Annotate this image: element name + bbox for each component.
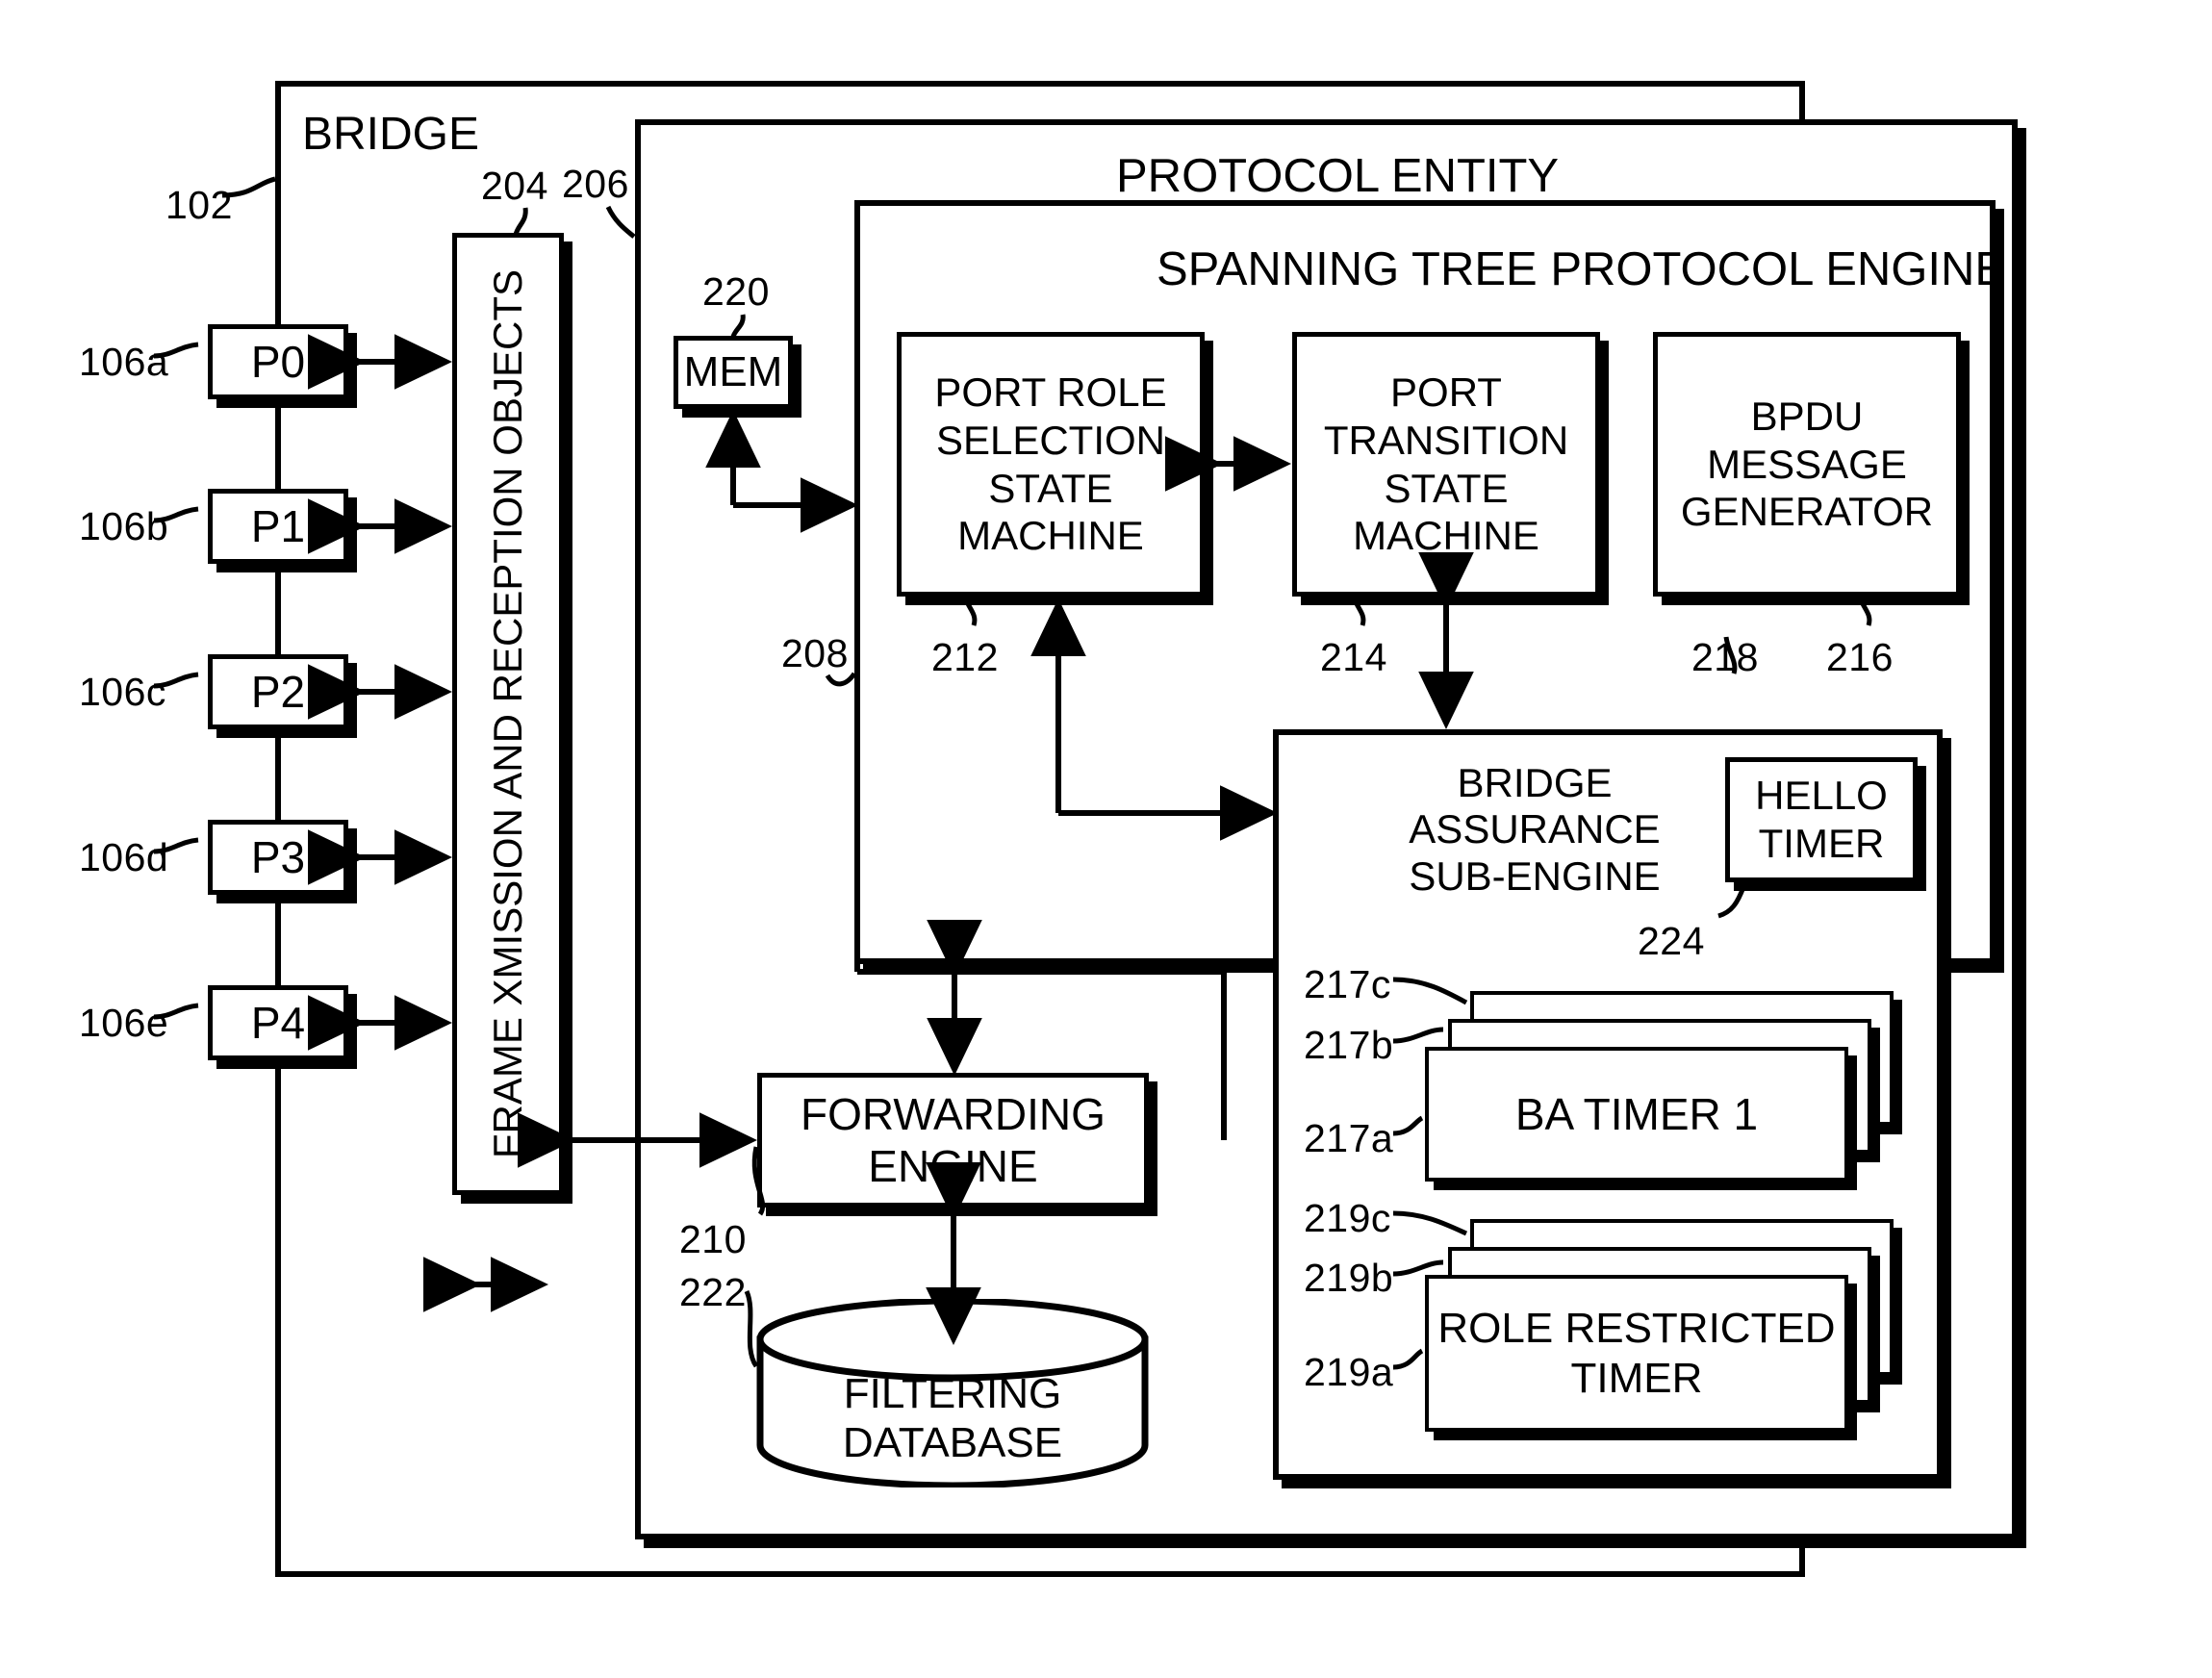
ref-222: 222: [679, 1270, 747, 1314]
ref-106e: 106e: [79, 1001, 169, 1045]
port-p3[interactable]: P3: [208, 820, 348, 895]
ref-219a: 219a: [1304, 1350, 1394, 1394]
port-p4[interactable]: P4: [208, 985, 348, 1060]
port-p1[interactable]: P1: [208, 489, 348, 564]
role-restricted-timer-card-1[interactable]: ROLE RESTRICTED TIMER: [1425, 1275, 1848, 1432]
frame-xmission-reception-objects[interactable]: FRAME XMISSION AND RECEPTION OBJECTS: [452, 233, 564, 1195]
ref-224: 224: [1638, 919, 1705, 963]
ref-206: 206: [562, 162, 629, 206]
port-p1-label: P1: [250, 500, 306, 551]
port-role-selection-label: PORT ROLE SELECTION STATE MACHINE: [934, 369, 1167, 559]
ref-219b: 219b: [1304, 1256, 1394, 1300]
protocol-entity-title: PROTOCOL ENTITY: [1116, 150, 1560, 202]
ba-timer-label: BA TIMER 1: [1514, 1088, 1759, 1139]
ref-217c: 217c: [1304, 962, 1391, 1006]
ref-106c: 106c: [79, 670, 166, 714]
ref-102: 102: [165, 183, 233, 227]
bridge-assurance-label: BRIDGE ASSURANCE SUB-ENGINE: [1409, 760, 1661, 899]
port-p2-label: P2: [250, 666, 306, 717]
port-transition-state-machine[interactable]: PORT TRANSITION STATE MACHINE: [1292, 332, 1600, 597]
ref-204: 204: [481, 164, 548, 208]
ref-106d: 106d: [79, 835, 169, 879]
ref-208: 208: [781, 631, 849, 675]
ref-217b: 217b: [1304, 1023, 1394, 1067]
patent-figure: BRIDGE 102 PROTOCOL ENTITY 206 SPANNING …: [0, 0, 2212, 1678]
port-p4-label: P4: [250, 997, 306, 1048]
bpdu-message-generator[interactable]: BPDU MESSAGE GENERATOR: [1653, 332, 1961, 597]
filtering-database-label: FILTERING DATABASE: [842, 1370, 1063, 1466]
port-p0[interactable]: P0: [208, 324, 348, 399]
ref-217a: 217a: [1304, 1116, 1394, 1160]
ref-216: 216: [1826, 635, 1894, 679]
hello-timer-label: HELLO TIMER: [1755, 773, 1888, 866]
stp-engine-title: SPANNING TREE PROTOCOL ENGINE: [1157, 243, 2007, 295]
mem-label: MEM: [683, 348, 783, 396]
ref-212: 212: [931, 635, 999, 679]
ref-218: 218: [1691, 635, 1759, 679]
frame-objects-label: FRAME XMISSION AND RECEPTION OBJECTS: [485, 268, 531, 1159]
ba-timer-card-1[interactable]: BA TIMER 1: [1425, 1047, 1848, 1182]
ref-220: 220: [702, 269, 770, 314]
forwarding-engine-label: FORWARDING ENGINE: [801, 1088, 1106, 1191]
port-p0-label: P0: [250, 336, 306, 387]
port-transition-label: PORT TRANSITION STATE MACHINE: [1323, 369, 1569, 559]
port-role-selection-state-machine[interactable]: PORT ROLE SELECTION STATE MACHINE: [897, 332, 1205, 597]
ref-210: 210: [679, 1217, 747, 1261]
mem-box[interactable]: MEM: [674, 336, 793, 409]
bpdu-generator-label: BPDU MESSAGE GENERATOR: [1680, 394, 1934, 535]
ref-214: 214: [1320, 635, 1387, 679]
port-p3-label: P3: [250, 831, 306, 882]
hello-timer[interactable]: HELLO TIMER: [1725, 757, 1918, 882]
role-restricted-timer-label: ROLE RESTRICTED TIMER: [1437, 1304, 1836, 1402]
port-p2[interactable]: P2: [208, 654, 348, 729]
ref-106b: 106b: [79, 504, 169, 548]
bridge-label: BRIDGE: [302, 109, 480, 160]
ref-219c: 219c: [1304, 1196, 1391, 1240]
ref-106a: 106a: [79, 340, 169, 384]
forwarding-engine[interactable]: FORWARDING ENGINE: [757, 1073, 1149, 1208]
